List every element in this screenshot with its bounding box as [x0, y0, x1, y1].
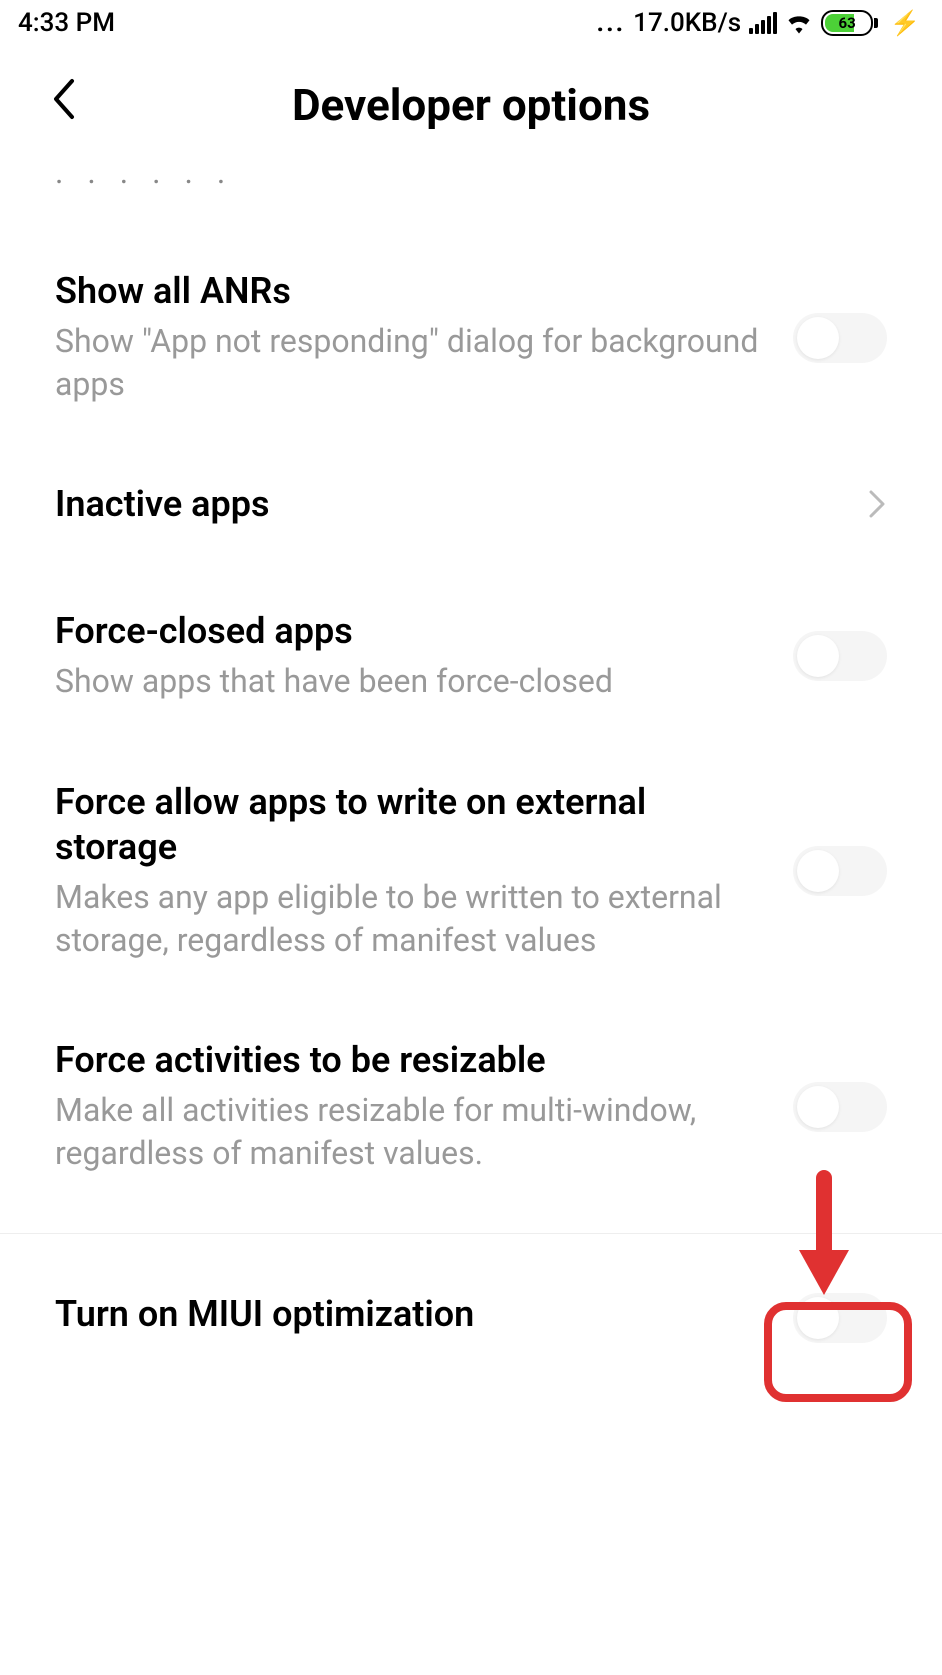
status-bar: 4:33 PM ... 17.0KB/s 63 ⚡ [0, 0, 942, 46]
setting-description: Show "App not responding" dialog for bac… [55, 320, 773, 406]
setting-description: Makes any app eligible to be written to … [55, 876, 773, 962]
cellular-signal-icon [749, 12, 777, 34]
annotation-highlight-box [764, 1302, 912, 1402]
page-header: Developer options [0, 46, 942, 153]
charging-icon: ⚡ [890, 9, 920, 37]
toggle-switch[interactable] [793, 1082, 887, 1132]
toggle-switch[interactable] [793, 846, 887, 896]
network-speed: 17.0KB/s [633, 8, 741, 38]
wifi-icon [785, 12, 813, 34]
battery-icon: 63 [821, 10, 878, 36]
setting-description: Show apps that have been force-closed [55, 660, 773, 703]
more-icon: ... [597, 8, 626, 38]
toggle-switch[interactable] [793, 631, 887, 681]
toggle-switch[interactable] [793, 313, 887, 363]
setting-show-all-anrs[interactable]: Show all ANRs Show "App not responding" … [0, 231, 942, 444]
back-button[interactable] [50, 76, 110, 133]
setting-inactive-apps[interactable]: Inactive apps [0, 444, 942, 571]
setting-force-external-storage[interactable]: Force allow apps to write on external st… [0, 742, 942, 1000]
chevron-right-icon [867, 487, 887, 529]
setting-title: Turn on MIUI optimization [55, 1292, 773, 1337]
setting-title: Force activities to be resizable [55, 1038, 773, 1083]
setting-force-closed-apps[interactable]: Force-closed apps Show apps that have be… [0, 571, 942, 741]
setting-title: Show all ANRs [55, 269, 773, 314]
setting-title: Force-closed apps [55, 609, 773, 654]
setting-title: Force allow apps to write on external st… [55, 780, 773, 870]
battery-percent: 63 [823, 14, 871, 32]
status-right: ... 17.0KB/s 63 ⚡ [597, 8, 920, 38]
setting-title: Inactive apps [55, 482, 847, 527]
page-title: Developer options [110, 79, 942, 131]
partial-previous-row: . . . . . . [0, 153, 942, 231]
annotation-arrow-icon [794, 1170, 854, 1300]
setting-description: Make all activities resizable for multi-… [55, 1089, 773, 1175]
status-time: 4:33 PM [18, 8, 115, 38]
